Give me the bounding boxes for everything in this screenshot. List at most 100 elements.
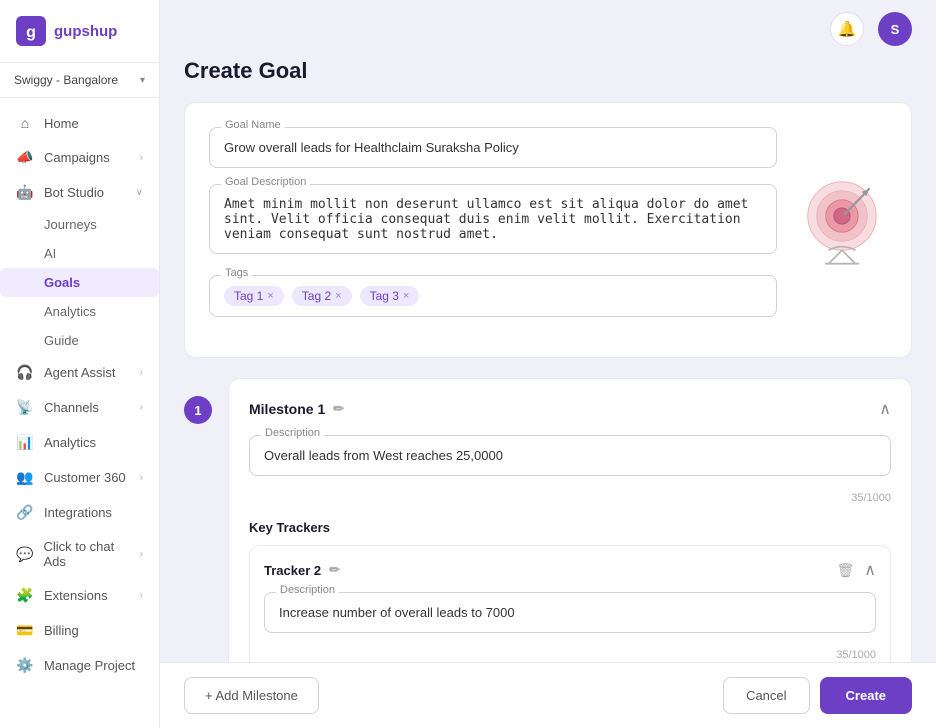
sidebar-item-label: Billing xyxy=(44,623,79,638)
tracker-delete-icon[interactable]: 🗑 xyxy=(837,562,855,579)
avatar[interactable]: S xyxy=(878,12,912,46)
analytics-label: Analytics xyxy=(44,304,96,319)
chevron-down-icon: ∨ xyxy=(136,187,143,198)
milestone-edit-icon[interactable]: ✏ xyxy=(333,401,344,417)
tracker-edit-icon[interactable]: ✏ xyxy=(329,562,340,578)
sidebar-item-analytics[interactable]: Analytics xyxy=(0,297,159,326)
click-to-chat-icon: 💬 xyxy=(16,546,33,563)
add-milestone-button[interactable]: + Add Milestone xyxy=(184,677,319,714)
milestone-description-label: Description xyxy=(261,427,324,439)
sidebar-item-integrations[interactable]: 🔗 Integrations xyxy=(0,495,159,530)
chevron-right-icon: › xyxy=(140,472,143,483)
goal-description-label: Goal Description xyxy=(221,176,310,188)
topbar: 🔔 S xyxy=(160,0,936,58)
gupshup-logo-icon: g xyxy=(16,16,46,46)
milestone-1-title-text: Milestone 1 xyxy=(249,401,325,417)
notification-bell-button[interactable]: 🔔 xyxy=(830,12,864,46)
home-icon: ⌂ xyxy=(16,115,34,131)
milestone-char-count: 35/1000 xyxy=(249,492,891,504)
goal-name-label: Goal Name xyxy=(221,119,285,131)
page-title: Create Goal xyxy=(184,58,912,84)
tracker-char-count: 35/1000 xyxy=(264,649,876,661)
goal-description-input[interactable] xyxy=(209,184,777,254)
sidebar-nav: ⌂ Home 📣 Campaigns › 🤖 Bot Studio ∨ Jour… xyxy=(0,98,159,728)
extensions-icon: 🧩 xyxy=(16,587,34,604)
milestone-collapse-icon[interactable]: ∧ xyxy=(879,399,891,419)
sidebar-item-home[interactable]: ⌂ Home xyxy=(0,106,159,140)
cancel-label: Cancel xyxy=(746,688,786,703)
app-name: gupshup xyxy=(54,23,117,40)
tag-remove-button[interactable]: × xyxy=(403,290,409,302)
manage-project-icon: ⚙️ xyxy=(16,657,34,674)
ai-label: AI xyxy=(44,246,56,261)
chevron-right-icon: › xyxy=(140,590,143,601)
sidebar-item-label: Bot Studio xyxy=(44,185,104,200)
sidebar-item-click-to-chat[interactable]: 💬 Click to chat Ads › xyxy=(0,530,159,578)
sidebar-item-label: Analytics xyxy=(44,435,96,450)
sidebar-logo: g gupshup xyxy=(0,0,159,63)
create-label: Create xyxy=(846,688,886,703)
analytics-icon: 📊 xyxy=(16,434,34,451)
sidebar-item-analytics[interactable]: 📊 Analytics xyxy=(0,425,159,460)
customer360-icon: 👥 xyxy=(16,469,34,486)
tracker-description-label: Description xyxy=(276,584,339,596)
workspace-selector[interactable]: Swiggy - Bangalore ▾ xyxy=(0,63,159,98)
tags-label: Tags xyxy=(221,267,252,279)
sidebar-item-journeys[interactable]: Journeys xyxy=(0,210,159,239)
sidebar-item-customer360[interactable]: 👥 Customer 360 › xyxy=(0,460,159,495)
sidebar-item-bot-studio[interactable]: 🤖 Bot Studio ∨ xyxy=(0,175,159,210)
milestone-1-title: Milestone 1 ✏ xyxy=(249,401,344,417)
sidebar-item-guide[interactable]: Guide xyxy=(0,326,159,355)
key-trackers-label: Key Trackers xyxy=(249,520,891,535)
workspace-label: Swiggy - Bangalore xyxy=(14,73,118,87)
channels-icon: 📡 xyxy=(16,399,34,416)
sidebar-item-label: Click to chat Ads xyxy=(43,539,129,569)
content-area: Create Goal xyxy=(160,58,936,728)
tracker-2-title-text: Tracker 2 xyxy=(264,563,321,578)
sidebar-item-channels[interactable]: 📡 Channels › xyxy=(0,390,159,425)
goal-name-field: Goal Name xyxy=(209,127,887,168)
tag-label: Tag 1 xyxy=(234,289,263,303)
sidebar-item-extensions[interactable]: 🧩 Extensions › xyxy=(0,578,159,613)
create-button[interactable]: Create xyxy=(820,677,912,714)
tracker-2-card: Tracker 2 ✏ 🗑 ∧ Description 35/1000 xyxy=(249,545,891,676)
bot-studio-subnav: Journeys AI Goals Analytics Guide xyxy=(0,210,159,355)
add-milestone-label: + Add Milestone xyxy=(205,688,298,703)
tracker-2-header: Tracker 2 ✏ 🗑 ∧ xyxy=(264,560,876,580)
sidebar-item-label: Customer 360 xyxy=(44,470,126,485)
chevron-right-icon: › xyxy=(140,402,143,413)
billing-icon: 💳 xyxy=(16,622,34,639)
tag-item: Tag 3 × xyxy=(360,286,420,306)
journeys-label: Journeys xyxy=(44,217,97,232)
cancel-button[interactable]: Cancel xyxy=(723,677,809,714)
sidebar-item-ai[interactable]: AI xyxy=(0,239,159,268)
goal-name-input[interactable] xyxy=(209,127,777,168)
sidebar-item-label: Integrations xyxy=(44,505,112,520)
tags-container[interactable]: Tag 1 × Tag 2 × Tag 3 × xyxy=(209,275,777,317)
bottom-bar: + Add Milestone Cancel Create xyxy=(160,662,936,728)
bot-studio-icon: 🤖 xyxy=(16,184,34,201)
sidebar-item-goals[interactable]: Goals xyxy=(0,268,159,297)
tracker-collapse-icon[interactable]: ∧ xyxy=(864,560,876,580)
campaigns-icon: 📣 xyxy=(16,149,34,166)
sidebar-item-label: Home xyxy=(44,116,79,131)
integrations-icon: 🔗 xyxy=(16,504,34,521)
tracker-2-actions: 🗑 ∧ xyxy=(837,560,877,580)
sidebar-item-campaigns[interactable]: 📣 Campaigns › xyxy=(0,140,159,175)
tracker-description-input[interactable] xyxy=(264,592,876,633)
tag-label: Tag 3 xyxy=(370,289,399,303)
chevron-down-icon: ▾ xyxy=(140,75,145,86)
sidebar-item-agent-assist[interactable]: 🎧 Agent Assist › xyxy=(0,355,159,390)
milestone-description-input[interactable] xyxy=(249,435,891,476)
milestone-1-number: 1 xyxy=(184,396,212,424)
tag-remove-button[interactable]: × xyxy=(267,290,273,302)
sidebar-item-manage-project[interactable]: ⚙️ Manage Project xyxy=(0,648,159,683)
tracker-2-title: Tracker 2 ✏ xyxy=(264,562,340,578)
goals-label: Goals xyxy=(44,275,80,290)
tag-remove-button[interactable]: × xyxy=(335,290,341,302)
milestone-description-field: Description xyxy=(249,435,891,476)
tag-item: Tag 2 × xyxy=(292,286,352,306)
sidebar-item-billing[interactable]: 💳 Billing xyxy=(0,613,159,648)
chevron-right-icon: › xyxy=(140,549,143,560)
goal-form-card: Goal Name Goal Description Tags Tag 1 × … xyxy=(184,102,912,358)
